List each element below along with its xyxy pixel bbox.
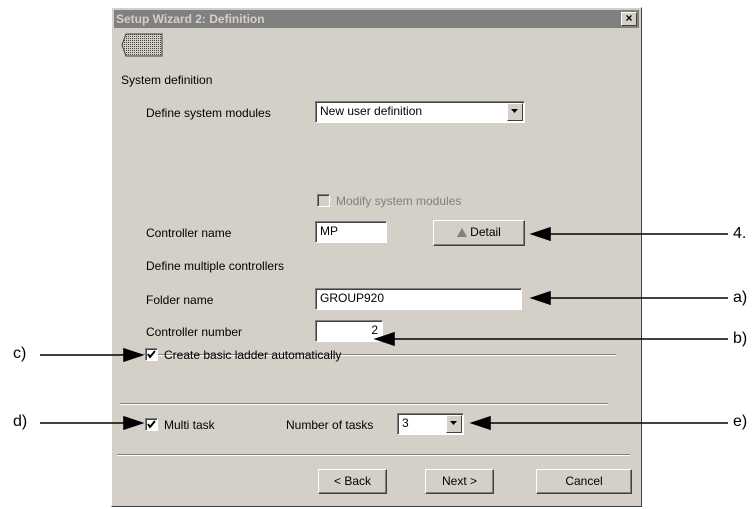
annotation-folder: a) (733, 289, 748, 306)
annotation-detail: 4. (733, 225, 747, 242)
annotation-arrows (40, 226, 728, 431)
annotation-ladder: c) (13, 345, 27, 362)
annotation-number: b) (733, 330, 748, 347)
annotation-tasks: e) (733, 413, 748, 430)
arrow-head (529, 226, 551, 242)
annotation-multitask: d) (13, 413, 28, 430)
